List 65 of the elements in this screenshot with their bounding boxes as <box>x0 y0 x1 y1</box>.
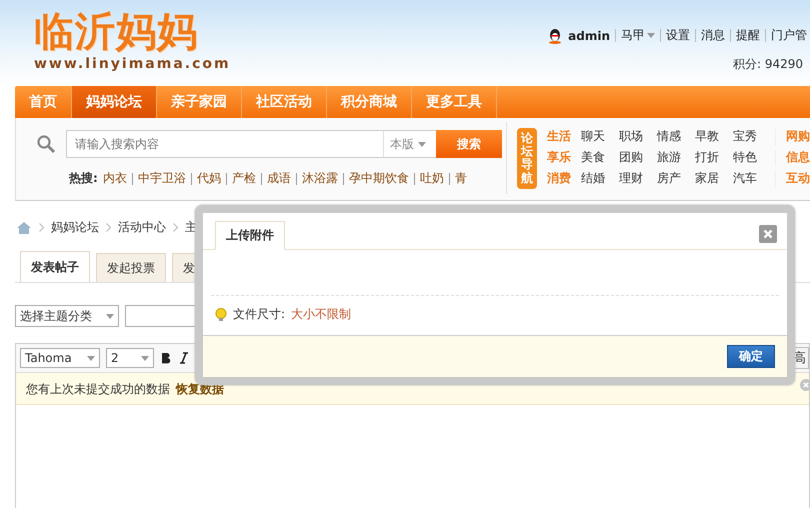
breadcrumb-link[interactable]: 活动中心 <box>118 219 166 236</box>
category-dropdown[interactable]: 选择主题分类 <box>15 305 119 327</box>
forum-link[interactable]: 宝秀 <box>733 128 761 145</box>
hot-search-link[interactable]: 成语 <box>266 170 291 187</box>
bold-icon[interactable] <box>160 352 172 364</box>
forum-nav-tag: 论坛导航 <box>517 128 537 189</box>
user-menu-link[interactable]: 门户管 <box>771 27 807 44</box>
nav-tab[interactable]: 妈妈论坛 <box>72 86 157 118</box>
confirm-button[interactable]: 确定 <box>727 345 775 368</box>
close-icon[interactable] <box>759 225 777 243</box>
forum-link[interactable]: 打折 <box>695 149 723 166</box>
forum-link[interactable]: 情感 <box>657 128 685 145</box>
forum-link[interactable]: 早教 <box>695 128 723 145</box>
user-menu-link[interactable]: 提醒 <box>736 27 760 44</box>
close-icon[interactable] <box>800 379 810 391</box>
hot-search-link[interactable]: 代妈 <box>196 170 221 187</box>
search-field[interactable]: 请输入搜索内容 <box>66 130 383 158</box>
hot-search-link[interactable]: 青 <box>454 170 467 187</box>
post-type-tab[interactable]: 发表帖子 <box>20 251 90 282</box>
penguin-icon <box>547 28 564 44</box>
forum-link[interactable]: 聊天 <box>581 128 609 145</box>
user-menu-link[interactable]: 设置 <box>666 27 690 44</box>
forum-link[interactable]: 房产 <box>657 170 685 187</box>
size-dropdown[interactable]: 2 <box>106 348 154 368</box>
points-text[interactable]: 积分: 94290 <box>732 56 803 73</box>
scope-dropdown[interactable]: 本版 <box>383 130 436 158</box>
home-icon[interactable] <box>16 220 32 234</box>
forum-link[interactable]: 旅游 <box>657 149 685 166</box>
chevron-icon <box>39 223 44 232</box>
forum-link[interactable]: 汽车 <box>733 170 761 187</box>
forum-link[interactable]: 家居 <box>695 170 723 187</box>
dialog-title-tab[interactable]: 上传附件 <box>215 221 285 250</box>
username-link[interactable]: admin <box>568 28 610 42</box>
hot-search-link[interactable]: 吐奶 <box>420 170 444 187</box>
notice-text: 您有上次未提交成功的数据 <box>26 381 170 398</box>
caret-icon <box>418 142 426 146</box>
italic-icon[interactable] <box>178 352 190 364</box>
caret-icon <box>141 356 149 360</box>
hot-search-link[interactable]: 内衣 <box>102 170 127 187</box>
font-dropdown[interactable]: Tahoma <box>20 348 100 368</box>
hot-search-link[interactable]: 中宇卫浴 <box>138 170 186 187</box>
user-menu-link[interactable]: 消息 <box>701 27 725 44</box>
hot-search-link[interactable]: 孕中期饮食 <box>348 170 409 187</box>
caret-icon <box>87 356 95 360</box>
forum-link[interactable]: 美食 <box>581 149 609 166</box>
caret-icon[interactable] <box>647 33 655 38</box>
breadcrumb-link[interactable]: 妈妈论坛 <box>51 219 99 236</box>
logo-url: www.linyimama.com <box>34 56 231 72</box>
hot-search-link[interactable]: 沐浴露 <box>302 170 338 187</box>
chevron-icon <box>106 223 111 232</box>
caret-icon <box>106 314 114 318</box>
hot-search-label: 热搜: <box>69 170 98 187</box>
chevron-icon <box>173 223 178 232</box>
lightbulb-icon <box>215 308 227 322</box>
file-size-value: 大小不限制 <box>291 306 352 323</box>
forum-link[interactable]: 结婚 <box>581 170 609 187</box>
hot-search-link[interactable]: 产检 <box>232 170 256 187</box>
file-size-label: 文件尺寸: <box>233 306 286 323</box>
forum-link[interactable]: 职场 <box>619 128 647 145</box>
user-menu-link[interactable]: 马甲 <box>621 27 645 44</box>
forum-link[interactable]: 理财 <box>619 170 647 187</box>
post-type-tab[interactable]: 发起投票 <box>96 253 166 282</box>
search-icon <box>36 134 56 154</box>
forum-link[interactable]: 团购 <box>619 149 647 166</box>
forum-link[interactable]: 特色 <box>733 149 761 166</box>
